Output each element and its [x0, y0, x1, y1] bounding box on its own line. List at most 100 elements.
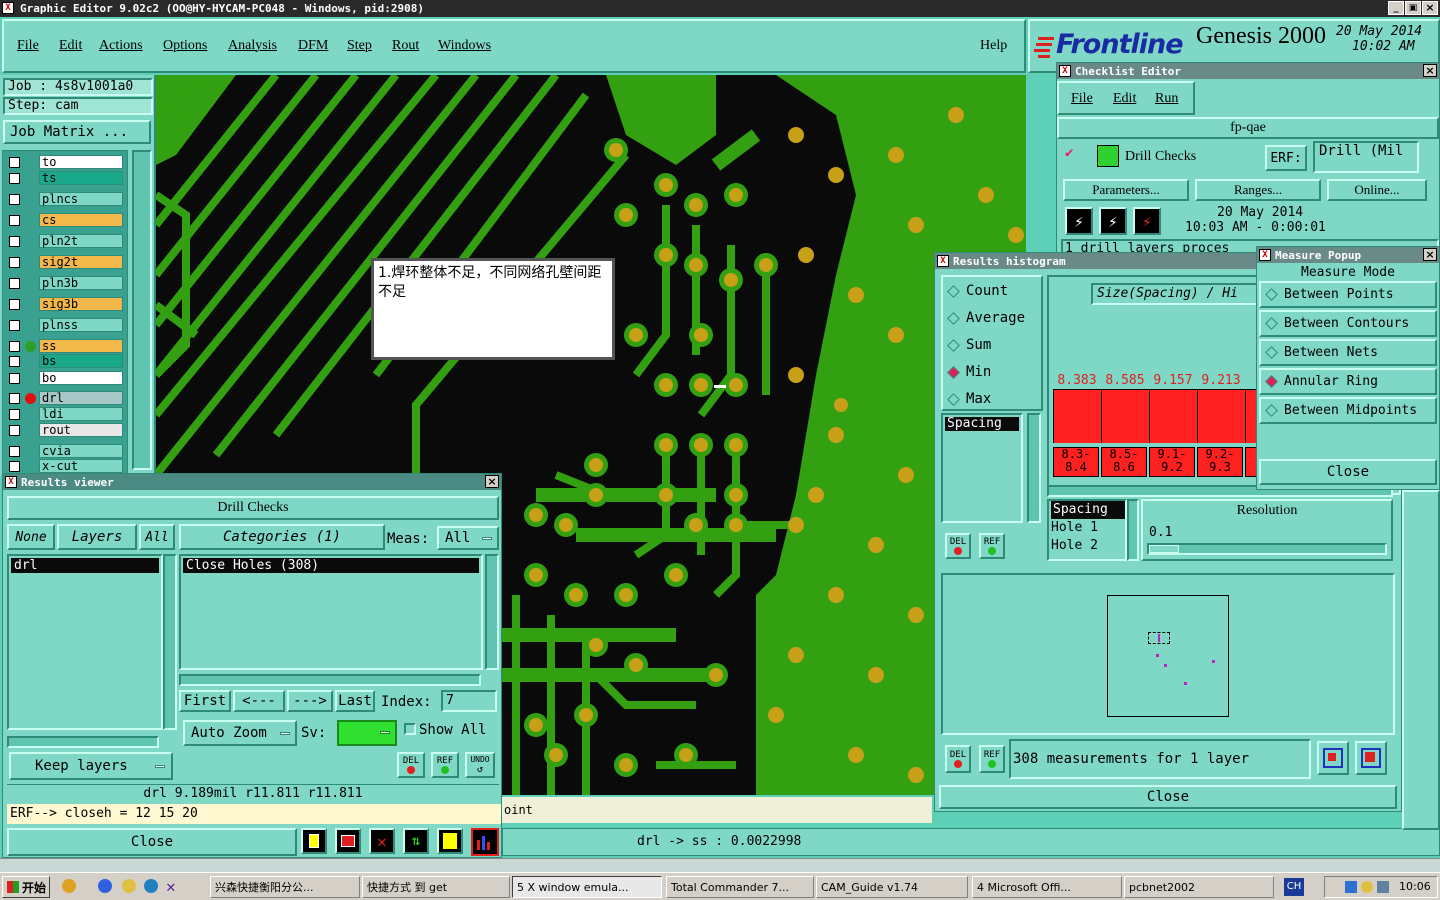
layer-checkbox[interactable]	[9, 215, 20, 226]
all-button[interactable]: All	[139, 524, 175, 550]
stop-icon[interactable]: ⚡	[1133, 207, 1161, 235]
layer-row-bo[interactable]: bo	[7, 371, 123, 386]
layer-label[interactable]: rout	[39, 423, 123, 437]
checklist-menu-edit[interactable]: Edit	[1113, 91, 1136, 107]
menu-edit[interactable]: Edit	[59, 38, 82, 54]
histogram-del-button[interactable]: DEL	[945, 533, 971, 559]
layer-row-to[interactable]: to	[7, 155, 123, 170]
layer-label[interactable]: bo	[39, 371, 123, 385]
histogram-bar[interactable]	[1101, 389, 1149, 443]
layer-checkbox[interactable]	[9, 356, 20, 367]
layer-row-sig3b[interactable]: sig3b	[7, 297, 123, 312]
layer-label[interactable]: plnss	[39, 318, 123, 332]
layer-row-sig2t[interactable]: sig2t	[7, 255, 123, 270]
last-button[interactable]: Last	[335, 690, 375, 712]
layer-row-plncs[interactable]: plncs	[7, 192, 123, 207]
ie-icon[interactable]	[98, 879, 112, 893]
histogram-bar[interactable]	[1053, 389, 1101, 443]
layer-checkbox[interactable]	[9, 320, 20, 331]
first-button[interactable]: First	[179, 690, 231, 712]
measure-option-annular-ring[interactable]: Annular Ring	[1259, 368, 1437, 395]
layer-row-ldi[interactable]: ldi	[7, 407, 123, 422]
layer-label[interactable]: plncs	[39, 192, 123, 206]
layer-checkbox[interactable]	[9, 409, 20, 420]
layer-label[interactable]: to	[39, 155, 123, 169]
clock-icon[interactable]	[122, 879, 136, 893]
measure-option-between-nets[interactable]: Between Nets	[1259, 339, 1437, 366]
layer-checkbox[interactable]	[9, 257, 20, 268]
category-results-list[interactable]: Close Holes (308)	[179, 554, 483, 670]
measure-close-icon[interactable]: ×	[1423, 248, 1437, 261]
histogram-list-scrollbar[interactable]	[1027, 413, 1041, 523]
grid-icon[interactable]: ✕	[369, 828, 395, 854]
menu-dfm[interactable]: DFM	[298, 38, 328, 54]
layer-label[interactable]: sig2t	[39, 255, 123, 269]
minimize-button[interactable]: _	[1388, 1, 1404, 15]
layer-row-pln2t[interactable]: pln2t	[7, 234, 123, 249]
layer-label[interactable]: bs	[39, 354, 123, 368]
layer-results-list[interactable]: drl	[7, 554, 163, 730]
histogram-option-max[interactable]: Max	[947, 391, 991, 407]
keep-layers-dropdown[interactable]: Keep layers	[9, 752, 173, 780]
task-item-4[interactable]: Total Commander 7...	[666, 876, 814, 898]
check-checkbox[interactable]: ✔	[1065, 146, 1079, 161]
histogram-option-min[interactable]: Min	[947, 364, 991, 380]
layer-checkbox[interactable]	[9, 446, 20, 457]
histogram-option-count[interactable]: Count	[947, 283, 1008, 299]
ranges-button[interactable]: Ranges...	[1195, 179, 1321, 201]
menu-windows[interactable]: Windows	[438, 38, 491, 54]
histogram-option-average[interactable]: Average	[947, 310, 1025, 326]
online-button[interactable]: Online...	[1327, 179, 1427, 201]
start-button[interactable]: 开始	[2, 876, 50, 898]
undo-button[interactable]: UNDO ↺	[465, 752, 495, 778]
tray-icon[interactable]	[1361, 881, 1373, 893]
histogram-icon[interactable]	[471, 828, 499, 856]
layer-row-ts[interactable]: ts	[7, 171, 123, 186]
layer-row-drl[interactable]: drl	[7, 391, 123, 406]
histogram-ref-button[interactable]: REF	[979, 533, 1005, 559]
histogram-bin-range[interactable]: 8.5- 8.6	[1101, 447, 1147, 477]
tray-icon[interactable]	[1345, 881, 1357, 893]
prev-button[interactable]: <---	[233, 690, 285, 712]
zoom-region-icon[interactable]	[1355, 741, 1387, 775]
check-name[interactable]: Drill Checks	[1125, 149, 1196, 165]
menu-rout[interactable]: Rout	[392, 38, 419, 54]
index-input[interactable]: 7	[441, 690, 497, 712]
layer-row-bs[interactable]: bs	[7, 354, 123, 369]
layer-row-ss[interactable]: ss	[7, 339, 123, 354]
layer-checkbox[interactable]	[9, 157, 20, 168]
run-icon[interactable]: ⚡	[1065, 207, 1093, 235]
maximize-button[interactable]: ▣	[1405, 1, 1421, 15]
layer-checkbox[interactable]	[9, 461, 20, 472]
layer-label[interactable]: cs	[39, 213, 123, 227]
checklist-close-icon[interactable]: ×	[1423, 64, 1437, 77]
preview-ref-button[interactable]: REF	[979, 745, 1005, 773]
layer-checkbox[interactable]	[9, 425, 20, 436]
menu-analysis[interactable]: Analysis	[228, 38, 277, 54]
layer-checkbox[interactable]	[9, 373, 20, 384]
auto-zoom-dropdown[interactable]: Auto Zoom	[183, 720, 297, 746]
layer-row-cs[interactable]: cs	[7, 213, 123, 228]
layer-checkbox[interactable]	[9, 393, 20, 404]
layer-checkbox[interactable]	[9, 194, 20, 205]
layer-label[interactable]: pln2t	[39, 234, 123, 248]
menu-step[interactable]: Step	[347, 38, 372, 54]
layer-row-x-cut[interactable]: x-cut	[7, 459, 123, 474]
layer-list-vscroll[interactable]	[163, 554, 177, 730]
measure-option-between-midpoints[interactable]: Between Midpoints	[1259, 397, 1437, 424]
job-matrix-button[interactable]: Job Matrix ...	[3, 120, 151, 144]
layer-label[interactable]: drl	[39, 391, 123, 405]
layer-list-hscroll[interactable]	[7, 736, 159, 748]
sv-color-dropdown[interactable]	[337, 720, 397, 746]
layer-row-rout[interactable]: rout	[7, 423, 123, 438]
layer-label[interactable]: pln3b	[39, 276, 123, 290]
category-list-hscroll[interactable]	[179, 674, 481, 686]
quicklaunch-icon[interactable]	[62, 879, 76, 893]
checklist-menu-file[interactable]: File	[1071, 91, 1093, 107]
x-icon[interactable]: ✕	[166, 877, 176, 896]
browser-icon[interactable]	[144, 879, 158, 893]
meas-dropdown[interactable]: All	[437, 526, 499, 550]
parameters-button[interactable]: Parameters...	[1063, 179, 1189, 201]
histogram-preview[interactable]	[941, 573, 1395, 735]
layer-label[interactable]: ldi	[39, 407, 123, 421]
